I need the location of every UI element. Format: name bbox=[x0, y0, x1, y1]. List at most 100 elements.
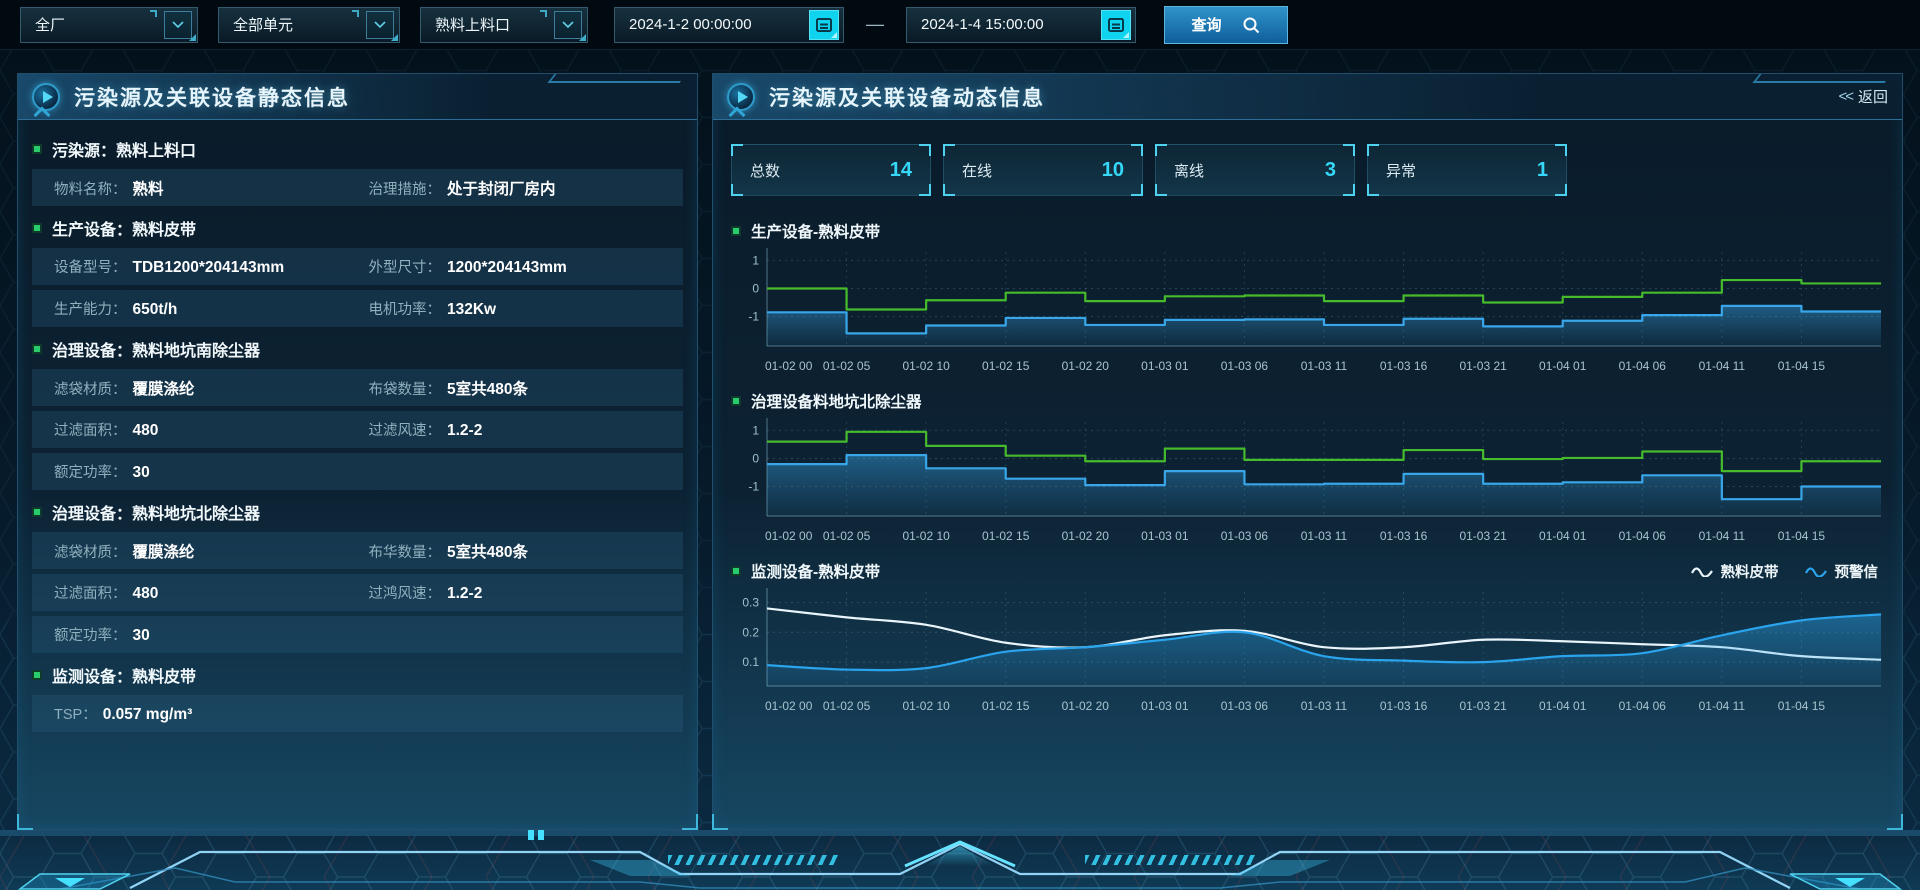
svg-text:01-04 06: 01-04 06 bbox=[1619, 699, 1667, 713]
chevron-down-icon[interactable] bbox=[164, 11, 192, 39]
info-label: 滤袋材质： bbox=[54, 378, 127, 399]
info-cell: 额定功率：30 bbox=[54, 624, 369, 645]
info-row: 物料名称：熟料治理措施：处于封闭厂房内 bbox=[32, 169, 683, 206]
corner-bracket bbox=[1343, 144, 1355, 156]
info-label: 布华数量： bbox=[369, 541, 442, 562]
date-to-input[interactable] bbox=[921, 16, 1093, 33]
svg-text:01-02 00: 01-02 00 bbox=[765, 699, 813, 713]
svg-text:01-02 10: 01-02 10 bbox=[902, 699, 950, 713]
info-label: 物料名称： bbox=[54, 178, 127, 199]
info-cell: 电机功率：132Kw bbox=[369, 298, 684, 319]
green-square-icon bbox=[731, 566, 741, 576]
corner-bracket bbox=[1367, 184, 1379, 196]
date-from-picker[interactable] bbox=[614, 7, 844, 43]
corner-bracket bbox=[1155, 184, 1167, 196]
svg-text:0.1: 0.1 bbox=[742, 655, 759, 669]
back-button[interactable]: << 返回 bbox=[1838, 86, 1888, 107]
svg-text:01-04 15: 01-04 15 bbox=[1778, 529, 1826, 543]
svg-text:01-04 11: 01-04 11 bbox=[1699, 359, 1746, 373]
date-from-input[interactable] bbox=[629, 16, 801, 33]
info-cell: 外型尺寸： 1200*204143mm bbox=[369, 256, 684, 277]
calendar-icon[interactable] bbox=[1101, 10, 1131, 40]
pollution-point-select-value: 熟料上料口 bbox=[435, 14, 510, 35]
chart-legend: 熟料皮带 预警信 bbox=[1691, 561, 1889, 582]
query-button[interactable]: 查询 bbox=[1164, 6, 1288, 44]
green-square-icon bbox=[731, 226, 741, 236]
corner-bracket bbox=[943, 184, 955, 196]
wave-line-icon bbox=[1691, 565, 1713, 577]
green-square-icon bbox=[32, 670, 42, 680]
chart-plot: 10-101-02 0001-02 0501-02 1001-02 1501-0… bbox=[727, 244, 1888, 378]
chevron-down-icon[interactable] bbox=[554, 11, 582, 39]
hatch-bars bbox=[668, 855, 838, 865]
info-value: 处于封闭厂房内 bbox=[447, 177, 556, 199]
play-badge-icon bbox=[727, 83, 755, 111]
chart-title-row: 治理设备料地坑北除尘器 bbox=[727, 388, 1888, 414]
info-value: 0.057 mg/m³ bbox=[103, 706, 193, 724]
corner-bracket bbox=[1155, 144, 1167, 156]
info-label: 布袋数量： bbox=[369, 378, 442, 399]
stat-box-2[interactable]: 离线3 bbox=[1155, 144, 1355, 196]
panel-corner bbox=[712, 814, 728, 830]
play-badge-icon bbox=[32, 83, 60, 111]
chart-title-row: 生产设备-熟料皮带 bbox=[727, 218, 1888, 244]
corner-bracket bbox=[919, 144, 931, 156]
info-cell: 额定功率：30 bbox=[54, 461, 369, 482]
legend-item[interactable]: 预警信 bbox=[1805, 561, 1879, 582]
svg-text:01-03 16: 01-03 16 bbox=[1380, 529, 1428, 543]
static-info-panel-header: 污染源及关联设备静态信息 bbox=[18, 74, 697, 120]
plant-select-value: 全厂 bbox=[35, 14, 65, 35]
green-square-icon bbox=[32, 507, 42, 517]
unit-select-value: 全部单元 bbox=[233, 14, 293, 35]
stat-box-1[interactable]: 在线10 bbox=[943, 144, 1143, 196]
chart-treatment-equipment: 治理设备料地坑北除尘器10-101-02 0001-02 0501-02 100… bbox=[727, 388, 1888, 548]
info-cell: TSP：0.057 mg/m³ bbox=[54, 703, 369, 724]
pollution-point-select[interactable]: 熟料上料口 bbox=[420, 7, 588, 43]
svg-text:01-03 06: 01-03 06 bbox=[1221, 529, 1269, 543]
plant-select[interactable]: 全厂 bbox=[20, 7, 198, 43]
svg-text:1: 1 bbox=[752, 253, 759, 267]
info-section-title: 治理设备：熟料地坑南除尘器 bbox=[52, 337, 260, 361]
svg-text:01-04 15: 01-04 15 bbox=[1778, 699, 1826, 713]
info-section-header: 治理设备：熟料地坑北除尘器 bbox=[32, 495, 683, 529]
info-value: 1200*204143mm bbox=[447, 259, 567, 277]
green-square-icon bbox=[32, 144, 42, 154]
info-section-header: 生产设备：熟料皮带 bbox=[32, 211, 683, 245]
svg-text:01-02 10: 01-02 10 bbox=[902, 529, 950, 543]
info-value: 1.2-2 bbox=[447, 422, 482, 440]
info-value: 5室共480条 bbox=[447, 377, 528, 399]
svg-text:-1: -1 bbox=[748, 480, 759, 494]
svg-text:01-04 01: 01-04 01 bbox=[1539, 359, 1587, 373]
panel-corner bbox=[1887, 814, 1903, 830]
chart-title: 治理设备料地坑北除尘器 bbox=[751, 390, 922, 412]
unit-select[interactable]: 全部单元 bbox=[218, 7, 400, 43]
stat-box-3[interactable]: 异常1 bbox=[1367, 144, 1567, 196]
info-label: 电机功率： bbox=[369, 298, 442, 319]
chart-title-row: 监测设备-熟料皮带熟料皮带预警信 bbox=[727, 558, 1888, 584]
info-row: 额定功率：30 bbox=[32, 453, 683, 490]
stat-label: 异常 bbox=[1386, 160, 1416, 181]
chart-production-equipment: 生产设备-熟料皮带10-101-02 0001-02 0501-02 1001-… bbox=[727, 218, 1888, 378]
info-value: 覆膜涤纶 bbox=[133, 540, 195, 562]
calendar-icon[interactable] bbox=[809, 10, 839, 40]
wave-line-icon bbox=[1805, 565, 1827, 577]
info-row: 滤袋材质：覆膜涤纶布华数量：5室共480条 bbox=[32, 532, 683, 569]
chart-canvas: 10-101-02 0001-02 0501-02 1001-02 1501-0… bbox=[727, 244, 1887, 378]
svg-text:01-04 06: 01-04 06 bbox=[1619, 359, 1667, 373]
info-section-header: 污染源：熟料上料口 bbox=[32, 132, 683, 166]
toolbar: 全厂 全部单元 熟料上料口 — 查询 bbox=[0, 0, 1920, 50]
chevron-down-icon[interactable] bbox=[366, 11, 394, 39]
info-row: 滤袋材质：覆膜涤纶布袋数量：5室共480条 bbox=[32, 369, 683, 406]
stat-box-0[interactable]: 总数14 bbox=[731, 144, 931, 196]
date-to-picker[interactable] bbox=[906, 7, 1136, 43]
legend-item[interactable]: 熟料皮带 bbox=[1691, 561, 1779, 582]
info-cell: 布华数量：5室共480条 bbox=[369, 540, 684, 562]
info-row: 生产能力：650t/h电机功率：132Kw bbox=[32, 290, 683, 327]
svg-text:1: 1 bbox=[752, 423, 759, 437]
svg-text:01-03 01: 01-03 01 bbox=[1141, 699, 1189, 713]
info-cell: 物料名称：熟料 bbox=[54, 177, 369, 199]
info-label: 外型尺寸： bbox=[369, 256, 442, 277]
svg-text:01-04 06: 01-04 06 bbox=[1619, 529, 1667, 543]
svg-text:01-02 20: 01-02 20 bbox=[1062, 699, 1110, 713]
date-range-separator: — bbox=[866, 14, 884, 35]
